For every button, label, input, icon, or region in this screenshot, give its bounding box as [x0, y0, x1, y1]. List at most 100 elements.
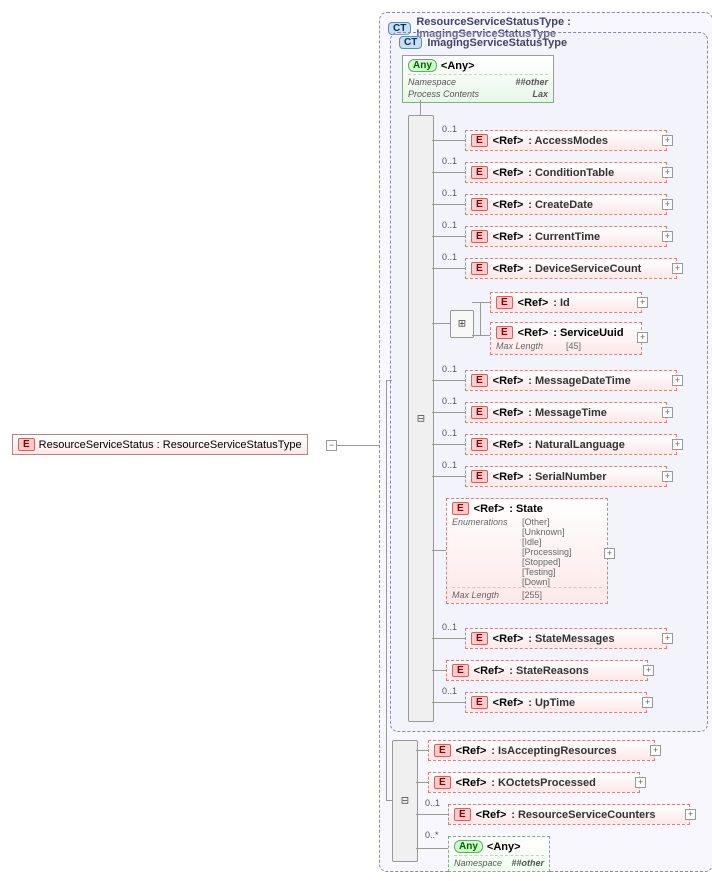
connector [337, 445, 379, 446]
expand-icon[interactable]: + [662, 407, 673, 418]
ref-type: : ConditionTable [528, 167, 614, 179]
e-badge: E [471, 166, 488, 179]
enum-val: [Idle] [522, 537, 542, 547]
ref-isacceptingresources[interactable]: E <Ref> : IsAcceptingResources [428, 740, 655, 761]
ref-resourceservicecounters[interactable]: E <Ref> : ResourceServiceCounters [448, 804, 690, 825]
e-badge: E [471, 230, 488, 243]
ref-type: : StateReasons [509, 665, 588, 677]
ref-tag: <Ref> [518, 327, 549, 339]
e-badge: E [471, 632, 488, 645]
ref-koctetsprocessed[interactable]: E <Ref> : KOctetsProcessed [428, 772, 640, 793]
connector [432, 444, 465, 445]
card: 0..1 [442, 188, 457, 198]
e-badge: E [452, 664, 469, 677]
ref-type: : Id [553, 297, 570, 309]
connector [432, 702, 465, 703]
ref-messagedatetime[interactable]: E <Ref> : MessageDateTime [465, 370, 677, 391]
e-badge: E [471, 406, 488, 419]
card: 0..1 [442, 622, 457, 632]
ref-tag: <Ref> [493, 633, 524, 645]
expand-icon[interactable]: + [685, 809, 696, 820]
any-wildcard-bottom[interactable]: Any <Any> Namespace ##other [448, 836, 550, 872]
ref-statemessages[interactable]: E <Ref> : StateMessages [465, 628, 667, 649]
enum-val: [Unknown] [522, 527, 565, 537]
namespace-label: Namespace [408, 77, 456, 87]
ref-accessmodes[interactable]: E <Ref> : AccessModes [465, 130, 667, 151]
ref-createdate[interactable]: E <Ref> : CreateDate [465, 194, 667, 215]
ref-tag: <Ref> [493, 263, 524, 275]
ref-tag: <Ref> [493, 439, 524, 451]
expand-icon[interactable]: + [650, 745, 661, 756]
expand-icon[interactable]: + [643, 665, 654, 676]
expand-icon[interactable]: + [637, 297, 648, 308]
expand-icon[interactable]: + [672, 263, 683, 274]
ref-tag: <Ref> [493, 167, 524, 179]
expand-icon[interactable]: + [662, 199, 673, 210]
e-badge: E [471, 198, 488, 211]
enum-val: [Down] [522, 577, 550, 587]
connector [432, 268, 465, 269]
connector [416, 848, 448, 849]
expand-icon[interactable]: + [662, 633, 673, 644]
connector [480, 302, 481, 335]
ref-type: : IsAcceptingResources [491, 745, 616, 757]
any-label: <Any> [441, 60, 475, 72]
connector [432, 172, 465, 173]
root-label: ResourceServiceStatus : ResourceServiceS… [39, 439, 302, 451]
card: 0..* [425, 830, 439, 840]
card: 0..1 [442, 156, 457, 166]
maxlen-label: Max Length [452, 590, 512, 600]
sequence-outer: ⊟ [392, 740, 418, 862]
maxlen-label: Max Length [496, 341, 556, 351]
ref-type: : DeviceServiceCount [528, 263, 641, 275]
expand-icon[interactable]: + [604, 548, 615, 559]
connector [432, 638, 465, 639]
ref-type: : StateMessages [528, 633, 614, 645]
ref-naturallanguage[interactable]: E <Ref> : NaturalLanguage [465, 434, 677, 455]
e-badge: E [471, 262, 488, 275]
maxlen-val: [45] [566, 341, 581, 351]
card: 0..1 [425, 798, 440, 808]
namespace-val: ##other [511, 858, 544, 868]
connector [432, 476, 465, 477]
ref-conditiontable[interactable]: E <Ref> : ConditionTable [465, 162, 667, 183]
ref-tag: <Ref> [493, 471, 524, 483]
ref-serviceuuid[interactable]: E <Ref> : ServiceUuid Max Length [45] [490, 322, 642, 355]
maxlen-val: [255] [522, 590, 542, 600]
expand-icon[interactable]: + [642, 697, 653, 708]
sequence-glyph: ⊟ [401, 796, 409, 807]
ref-tag: <Ref> [474, 503, 505, 515]
ref-tag: <Ref> [493, 375, 524, 387]
connector [416, 750, 428, 751]
ref-state[interactable]: E <Ref> : State Enumerations[Other] [Unk… [446, 498, 608, 604]
ref-deviceservicecount[interactable]: E <Ref> : DeviceServiceCount [465, 258, 677, 279]
expand-icon[interactable]: + [635, 777, 646, 788]
expand-icon[interactable]: + [637, 332, 648, 343]
ref-id[interactable]: E <Ref> : Id [490, 292, 642, 313]
expand-root[interactable]: − [326, 440, 337, 451]
e-badge: E [434, 744, 451, 757]
ref-uptime[interactable]: E <Ref> : UpTime [465, 692, 647, 713]
ref-messagetime[interactable]: E <Ref> : MessageTime [465, 402, 667, 423]
pc-val: Lax [532, 89, 548, 99]
e-badge: E [454, 808, 471, 821]
ref-statereasons[interactable]: E <Ref> : StateReasons [446, 660, 648, 681]
any-wildcard-top[interactable]: Any <Any> Namespace ##other Process Cont… [402, 55, 554, 103]
expand-icon[interactable]: + [662, 471, 673, 482]
ref-type: : UpTime [528, 697, 575, 709]
ref-type: : AccessModes [528, 135, 608, 147]
expand-icon[interactable]: + [662, 231, 673, 242]
connector [416, 782, 428, 783]
ref-currenttime[interactable]: E <Ref> : CurrentTime [465, 226, 667, 247]
expand-icon[interactable]: + [672, 439, 683, 450]
element-badge: E [18, 438, 35, 451]
root-element[interactable]: E ResourceServiceStatus : ResourceServic… [12, 434, 308, 455]
expand-icon[interactable]: + [662, 135, 673, 146]
card: 0..1 [442, 220, 457, 230]
connector [432, 412, 465, 413]
ref-serialnumber[interactable]: E <Ref> : SerialNumber [465, 466, 667, 487]
expand-icon[interactable]: + [672, 375, 683, 386]
card: 0..1 [442, 428, 457, 438]
expand-icon[interactable]: + [662, 167, 673, 178]
ref-type: : State [509, 503, 543, 515]
